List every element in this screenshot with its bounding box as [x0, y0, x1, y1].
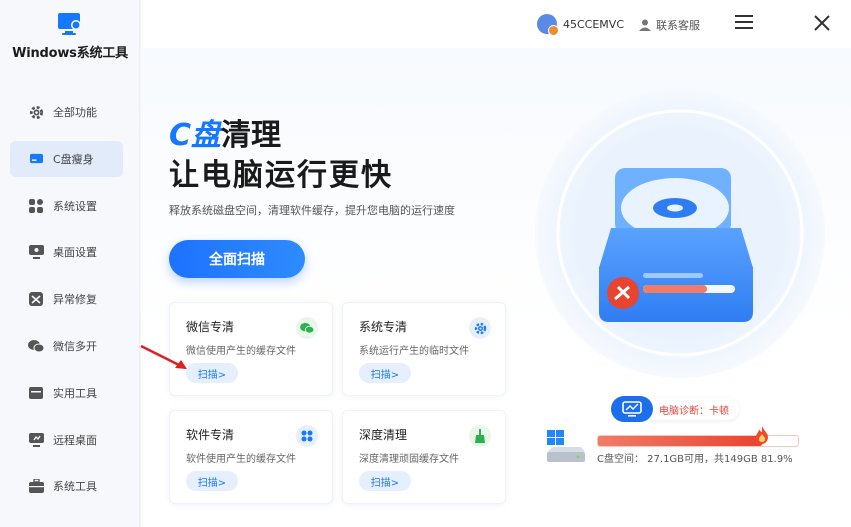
remote-desktop-icon — [28, 432, 44, 448]
diagnosis-text: 电脑诊断：卡顿 — [645, 398, 739, 420]
sidebar-item-system-tools[interactable]: 系统工具 — [10, 468, 123, 504]
disk-usage-fill — [598, 436, 762, 446]
sidebar: Windows系统工具 全部功能 C盘瘦身 系统设置 桌面设置 异常修复 微信多… — [0, 0, 140, 527]
card-wechat-clean: 微信专清 微信使用产生的缓存文件 扫描> — [169, 302, 333, 396]
sidebar-item-label: 远程桌面 — [53, 433, 97, 447]
support-link[interactable]: 联系客服 — [639, 17, 700, 33]
disk-usage: C盘空间： 27.1GB可用，共149GB 81.9% — [545, 426, 835, 470]
close-icon[interactable] — [813, 14, 831, 32]
broom-icon — [469, 425, 491, 447]
user-icon — [639, 19, 651, 31]
username: 45CCEMVC — [563, 17, 625, 31]
disk-usage-text: C盘空间： 27.1GB可用，共149GB 81.9% — [597, 454, 793, 465]
briefcase-icon — [28, 478, 44, 494]
avatar — [537, 14, 559, 36]
sidebar-item-utilities[interactable]: 实用工具 — [10, 375, 123, 411]
windows-drive-icon — [547, 430, 585, 462]
scan-button[interactable]: 扫描> — [359, 471, 411, 491]
scan-button[interactable]: 扫描> — [359, 363, 411, 383]
sidebar-item-label: 桌面设置 — [53, 246, 97, 260]
support-label: 联系客服 — [656, 19, 700, 32]
card-title: 系统专清 — [359, 320, 408, 334]
card-system-clean: 系统专清 系统运行产生的临时文件 扫描> — [342, 302, 506, 396]
sidebar-item-desktop-settings[interactable]: 桌面设置 — [10, 234, 123, 270]
sidebar-nav: 全部功能 C盘瘦身 系统设置 桌面设置 异常修复 微信多开 实用工具 远程桌面 … — [10, 94, 123, 515]
gear-icon — [28, 104, 44, 120]
top-bar: 45CCEMVC 联系客服 — [141, 0, 851, 48]
diagnosis-badge[interactable]: 电脑诊断：卡顿 — [611, 396, 739, 422]
card-title: 微信专清 — [186, 320, 235, 334]
annotation-arrow — [140, 344, 187, 370]
gear-icon — [469, 317, 491, 339]
card-description: 软件使用产生的缓存文件 — [186, 454, 296, 465]
sidebar-item-label: 异常修复 — [53, 293, 97, 307]
wechat-icon — [28, 338, 44, 354]
wechat-icon — [296, 317, 318, 339]
main-panel: 45CCEMVC 联系客服 C盘清理 让电脑运行更快 释放系统磁盘空间，清理软件… — [140, 0, 851, 527]
drive-cleanup-illustration — [535, 88, 825, 378]
sidebar-item-system-settings[interactable]: 系统设置 — [10, 188, 123, 224]
sidebar-item-label: C盘瘦身 — [53, 152, 94, 166]
card-deep-clean: 深度清理 深度清理顽固缓存文件 扫描> — [342, 410, 506, 504]
disk-usage-bar — [597, 426, 799, 447]
page-subtitle: 让电脑运行更快 — [169, 158, 393, 193]
repair-icon — [28, 291, 44, 307]
card-description: 深度清理顽固缓存文件 — [359, 454, 459, 465]
full-scan-button[interactable]: 全面扫描 — [169, 240, 305, 278]
sidebar-item-all-features[interactable]: 全部功能 — [10, 94, 123, 130]
card-description: 系统运行产生的临时文件 — [359, 346, 469, 357]
sidebar-item-remote-desktop[interactable]: 远程桌面 — [10, 422, 123, 458]
sidebar-item-label: 微信多开 — [53, 339, 97, 353]
grid-icon — [28, 198, 44, 214]
scan-button[interactable]: 扫描> — [186, 471, 238, 491]
sidebar-item-repair[interactable]: 异常修复 — [10, 281, 123, 317]
toolbox-icon — [28, 385, 44, 401]
monitor-chart-icon — [611, 396, 653, 422]
flame-icon — [756, 426, 768, 444]
menu-icon[interactable] — [735, 15, 753, 31]
scan-button[interactable]: 扫描> — [186, 363, 238, 383]
sidebar-item-wechat-multi[interactable]: 微信多开 — [10, 328, 123, 364]
apps-icon — [296, 425, 318, 447]
card-title: 深度清理 — [359, 428, 408, 442]
card-software-clean: 软件专清 软件使用产生的缓存文件 扫描> — [169, 410, 333, 504]
app-logo-icon — [57, 12, 83, 36]
card-description: 微信使用产生的缓存文件 — [186, 346, 296, 357]
sidebar-item-c-drive-slim[interactable]: C盘瘦身 — [10, 140, 123, 177]
app-logo: Windows系统工具 — [0, 12, 140, 61]
card-title: 软件专清 — [186, 428, 235, 442]
drive-icon — [28, 151, 44, 167]
app-title: Windows系统工具 — [12, 46, 128, 61]
page-description: 释放系统磁盘空间，清理软件缓存，提升您电脑的运行速度 — [169, 204, 455, 217]
page-title: C盘清理 — [169, 118, 282, 153]
sidebar-item-label: 系统工具 — [53, 480, 97, 494]
sidebar-item-label: 实用工具 — [53, 386, 97, 400]
user-account[interactable]: 45CCEMVC — [537, 14, 625, 36]
monitor-icon — [28, 244, 44, 260]
sidebar-item-label: 系统设置 — [53, 199, 97, 213]
sidebar-item-label: 全部功能 — [53, 106, 97, 119]
